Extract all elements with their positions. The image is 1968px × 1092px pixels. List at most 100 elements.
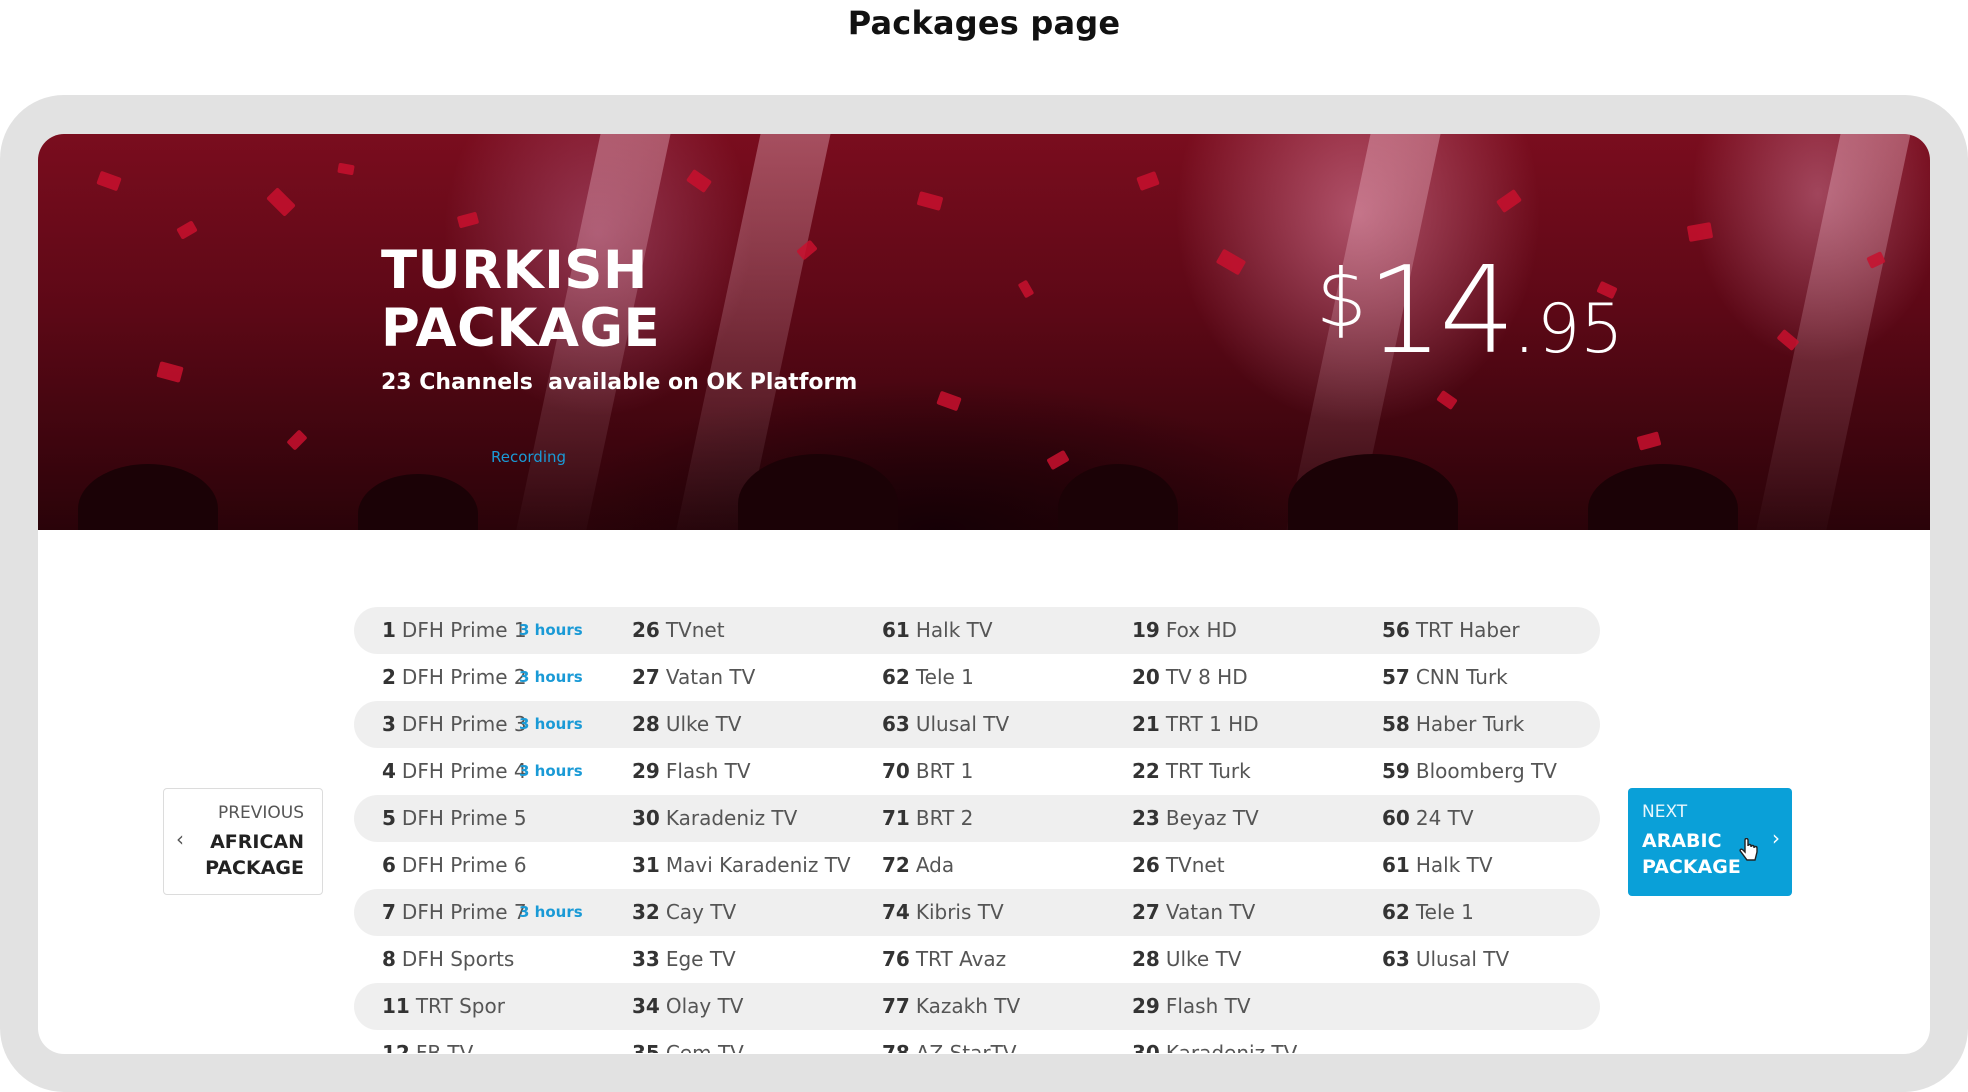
channel-name: Vatan TV <box>1165 900 1256 924</box>
channel-cell: 27 Vatan TV <box>632 654 755 701</box>
channel-name: Olay TV <box>665 994 744 1018</box>
channel-number: 77 <box>882 994 910 1018</box>
channel-name: Ulke TV <box>1165 947 1242 971</box>
channel-cell: 26 TVnet <box>1132 842 1225 889</box>
channel-cell: 61 Halk TV <box>1382 842 1493 889</box>
channel-number: 21 <box>1132 712 1160 736</box>
channel-name: Halk TV <box>1415 853 1493 877</box>
channel-cell <box>1382 983 1388 1030</box>
channel-cell: 72 Ada <box>882 842 954 889</box>
channel-cell: 8 DFH Sports <box>382 936 514 983</box>
channel-name: Karadeniz TV <box>665 806 798 830</box>
channel-number: 4 <box>382 759 396 783</box>
channel-name: TRT 1 HD <box>1165 712 1259 736</box>
channel-number: 19 <box>1132 618 1160 642</box>
channel-name: CNN Turk <box>1415 665 1508 689</box>
channel-cell: 28 Ulke TV <box>632 701 741 748</box>
table-row: 3 DFH Prime 3 28 Ulke TV 63 Ulusal TV 21 TRT 1 … <box>354 701 1600 748</box>
channel-cell: 20 TV 8 HD <box>1132 654 1248 701</box>
channel-cell: 32 Cay TV <box>632 889 736 936</box>
channel-cell: 59 Bloomberg TV <box>1382 748 1557 795</box>
channel-cell: 11 TRT Spor <box>382 983 505 1030</box>
channel-name: 24 TV <box>1415 806 1474 830</box>
channel-cell: 22 TRT Turk <box>1132 748 1251 795</box>
channel-number: 11 <box>382 994 410 1018</box>
channel-name: TRT Avaz <box>915 947 1007 971</box>
table-row: 6 DFH Prime 6 31 Mavi Karadeniz TV 72 Ada 26 TV… <box>354 842 1600 889</box>
channel-number: 8 <box>382 947 396 971</box>
channel-number: 29 <box>1132 994 1160 1018</box>
previous-target: AFRICAN PACKAGE <box>205 831 304 879</box>
channel-cell: 19 Fox HD <box>1132 607 1237 654</box>
channel-number: 62 <box>882 665 910 689</box>
channel-cell <box>1382 1030 1388 1053</box>
hero-banner: TURKISH PACKAGE 23 Channels available on… <box>38 134 1930 530</box>
channel-cell: 71 BRT 2 <box>882 795 973 842</box>
channel-name: Karadeniz TV <box>1165 1041 1298 1053</box>
channel-cell: 30 Karadeniz TV <box>632 795 797 842</box>
table-row: 7 DFH Prime 7 32 Cay TV 74 Kibris TV 27 Vatan T… <box>354 889 1600 936</box>
channel-name: Ada <box>915 853 955 877</box>
channel-number: 72 <box>882 853 910 877</box>
channel-name: DFH Prime 1 <box>401 618 527 642</box>
channel-number: 1 <box>382 618 396 642</box>
channel-name: DFH Sports <box>401 947 515 971</box>
channel-cell: 60 24 TV <box>1382 795 1474 842</box>
next-package-button[interactable]: NEXT ARABIC PACKAGE › <box>1628 788 1792 896</box>
channel-number: 63 <box>1382 947 1410 971</box>
channel-name: Tele 1 <box>915 665 974 689</box>
channel-name: Vatan TV <box>665 665 756 689</box>
channel-grid: 1 DFH Prime 1 26 TVnet 61 Halk TV 19 Fox HD 56 TR… <box>354 607 1600 1053</box>
channel-name: Ulke TV <box>665 712 742 736</box>
channel-name: TRT Haber <box>1415 618 1520 642</box>
channel-name: FB TV <box>415 1041 474 1053</box>
channel-number: 27 <box>632 665 660 689</box>
chevron-left-icon: ‹ <box>176 827 184 851</box>
channel-number: 3 <box>382 712 396 736</box>
channel-cell: 77 Kazakh TV <box>882 983 1020 1030</box>
table-row: 11 TRT Spor 34 Olay TV 77 Kazakh TV 29 Flash TV <box>354 983 1600 1030</box>
channel-name: Kibris TV <box>915 900 1004 924</box>
channel-cell: 78 AZ StarTV <box>882 1030 1017 1053</box>
channel-cell: 61 Halk TV <box>882 607 993 654</box>
page-heading: Packages page <box>847 4 1121 42</box>
channel-number: 28 <box>1132 947 1160 971</box>
channel-cell: 62 Tele 1 <box>882 654 974 701</box>
table-row: 2 DFH Prime 2 27 Vatan TV 62 Tele 1 20 TV 8 HD 5… <box>354 654 1600 701</box>
channel-cell: 31 Mavi Karadeniz TV <box>632 842 851 889</box>
package-subtitle: 23 Channels available on OK Platform <box>381 370 858 395</box>
channel-cell: 29 Flash TV <box>1132 983 1251 1030</box>
channel-cell: 62 Tele 1 <box>1382 889 1474 936</box>
hand-cursor-icon <box>1739 838 1758 861</box>
channel-name: Tele 1 <box>1415 900 1474 924</box>
recording-hours: 3 hours <box>519 762 583 780</box>
channel-cell: 70 BRT 1 <box>882 748 973 795</box>
channel-number: 60 <box>1382 806 1410 830</box>
channel-number: 6 <box>382 853 396 877</box>
next-label: NEXT <box>1642 802 1688 822</box>
channel-name: TVnet <box>665 618 725 642</box>
channel-number: 32 <box>632 900 660 924</box>
channel-name: Fox HD <box>1165 618 1237 642</box>
channel-cell: 35 Cem TV <box>632 1030 744 1053</box>
channel-cell: 6 DFH Prime 6 <box>382 842 527 889</box>
channel-number: 71 <box>882 806 910 830</box>
channel-number: 29 <box>632 759 660 783</box>
previous-package-button[interactable]: ‹ PREVIOUS AFRICAN PACKAGE <box>163 788 323 895</box>
channel-cell: 23 Beyaz TV <box>1132 795 1259 842</box>
channel-number: 23 <box>1132 806 1160 830</box>
channel-number: 28 <box>632 712 660 736</box>
channel-cell: 58 Haber Turk <box>1382 701 1524 748</box>
channel-number: 33 <box>632 947 660 971</box>
channel-cell: 76 TRT Avaz <box>882 936 1006 983</box>
channel-number: 22 <box>1132 759 1160 783</box>
channel-name: Flash TV <box>665 759 751 783</box>
recording-hours: 3 hours <box>519 903 583 921</box>
chevron-right-icon: › <box>1772 826 1780 850</box>
channel-number: 78 <box>882 1041 910 1053</box>
package-price: $14.95 <box>1316 242 1624 381</box>
channel-number: 20 <box>1132 665 1160 689</box>
channel-name: TVnet <box>1165 853 1225 877</box>
price-currency: $ <box>1316 252 1367 345</box>
channel-cell: 56 TRT Haber <box>1382 607 1520 654</box>
